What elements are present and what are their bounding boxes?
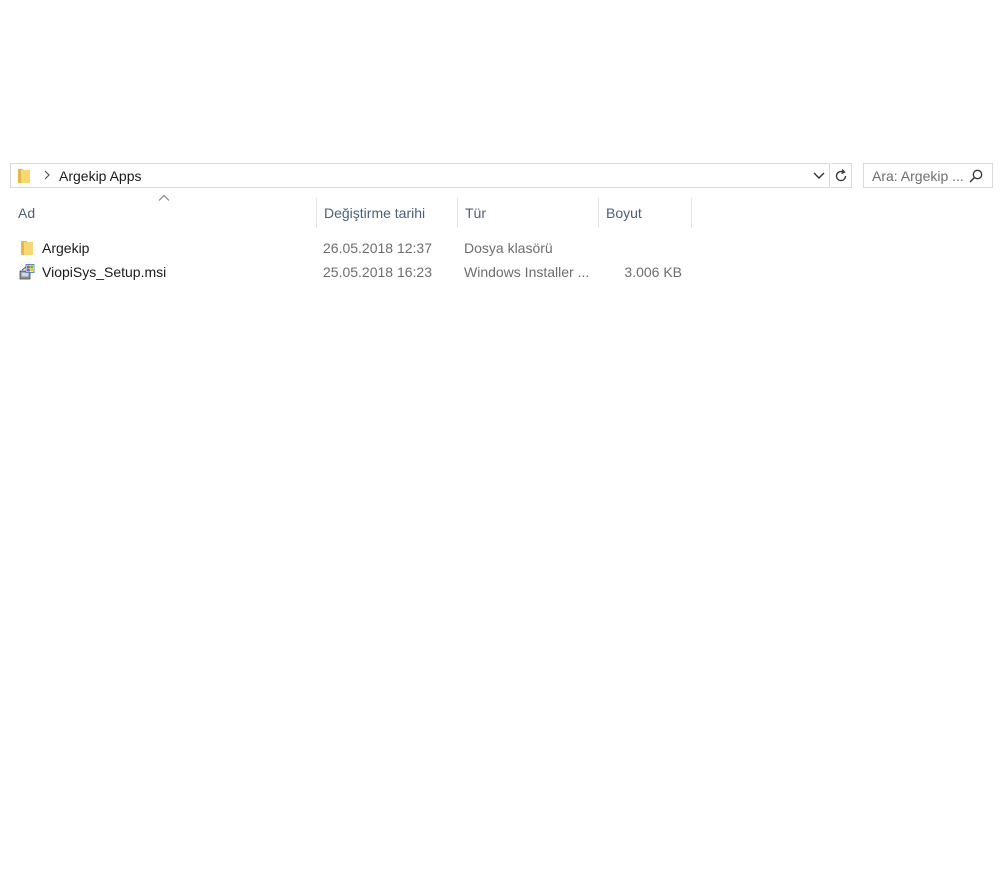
file-list: Argekip 26.05.2018 12:37 Dosya klasörü V… bbox=[10, 236, 692, 284]
folder-icon bbox=[18, 168, 30, 183]
refresh-button[interactable] bbox=[831, 163, 852, 188]
file-size: 3.006 KB bbox=[624, 264, 682, 280]
column-header-date-label: Değiştirme tarihi bbox=[324, 205, 426, 221]
column-header-date[interactable]: Değiştirme tarihi bbox=[316, 198, 457, 228]
column-header-size-label: Boyut bbox=[606, 205, 642, 221]
address-bar[interactable]: Argekip Apps bbox=[10, 163, 830, 188]
file-type: Windows Installer ... bbox=[464, 264, 590, 280]
column-header-type[interactable]: Tür bbox=[457, 198, 598, 228]
refresh-icon bbox=[835, 168, 847, 181]
file-explorer-window: Argekip Apps Ad Değiştirme tarihi bbox=[0, 0, 1000, 875]
file-date: 26.05.2018 12:37 bbox=[323, 240, 432, 256]
column-divider[interactable] bbox=[691, 198, 692, 228]
file-name-cell: ViopiSys_Setup.msi bbox=[18, 260, 166, 284]
file-name: ViopiSys_Setup.msi bbox=[42, 264, 167, 280]
search-box[interactable] bbox=[863, 163, 993, 188]
column-header-size[interactable]: Boyut bbox=[598, 198, 691, 228]
chevron-right-icon[interactable] bbox=[43, 169, 51, 183]
column-headers: Ad Değiştirme tarihi Tür Boyut bbox=[10, 194, 692, 228]
column-header-type-label: Tür bbox=[465, 205, 486, 221]
file-row-argekip[interactable]: Argekip 26.05.2018 12:37 Dosya klasörü bbox=[10, 236, 692, 260]
windows-installer-icon bbox=[19, 264, 35, 280]
folder-icon bbox=[21, 241, 33, 255]
column-header-name[interactable]: Ad bbox=[10, 198, 316, 228]
file-name: Argekip bbox=[42, 240, 90, 256]
file-type: Dosya klasörü bbox=[464, 240, 553, 256]
file-row-viopisys-setup[interactable]: ViopiSys_Setup.msi 25.05.2018 16:23 Wind… bbox=[10, 260, 692, 284]
search-input[interactable] bbox=[872, 167, 968, 184]
file-date: 25.05.2018 16:23 bbox=[323, 264, 432, 280]
file-name-cell: Argekip bbox=[18, 236, 89, 260]
column-header-name-label: Ad bbox=[18, 205, 36, 221]
breadcrumb-argekip-apps[interactable]: Argekip Apps bbox=[59, 168, 142, 184]
chevron-down-icon[interactable] bbox=[809, 164, 829, 187]
search-icon[interactable] bbox=[968, 168, 984, 184]
